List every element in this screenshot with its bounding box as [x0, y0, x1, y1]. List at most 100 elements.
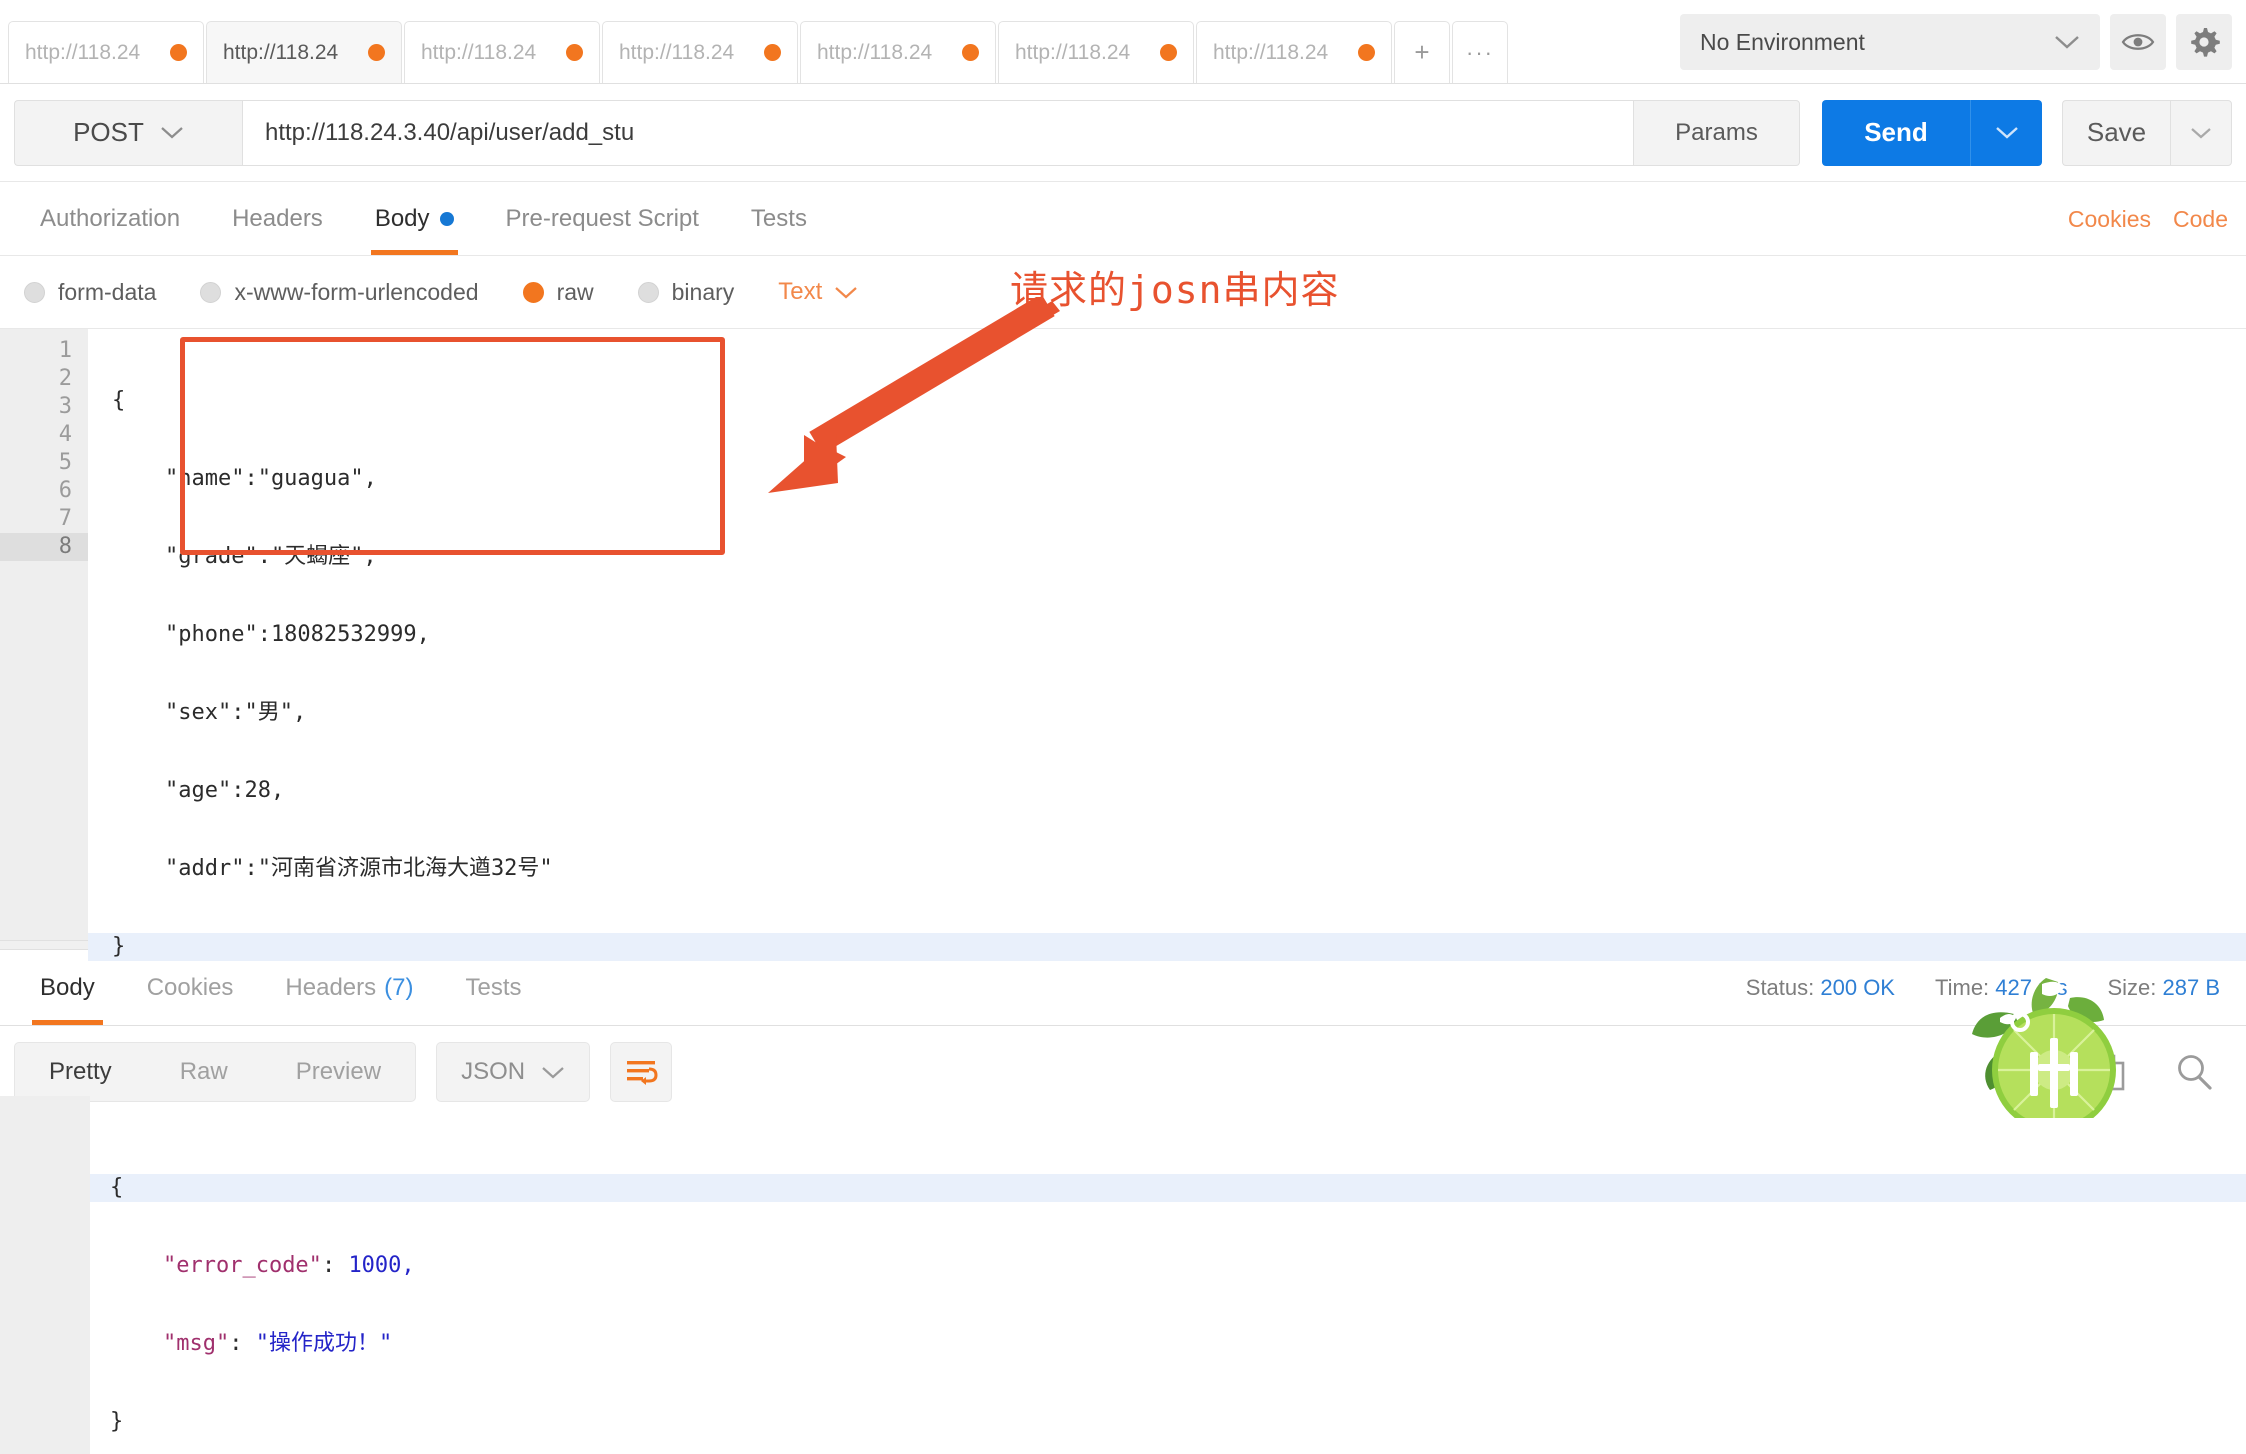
code-line: "msg": "操作成功！" [90, 1330, 2246, 1358]
code-line: { [88, 387, 2246, 415]
line-number: 5 [0, 449, 88, 477]
params-button[interactable]: Params [1634, 100, 1800, 166]
send-options-button[interactable] [1970, 100, 2042, 166]
chevron-down-icon [1995, 125, 2019, 140]
unsaved-dot-icon[interactable] [170, 44, 187, 61]
new-tab-button[interactable]: + [1394, 21, 1450, 83]
cookies-link[interactable]: Cookies [2068, 206, 2151, 233]
body-type-raw[interactable]: raw [523, 279, 594, 306]
annotation-text: 请求的josn串内容 [1010, 259, 1340, 314]
search-icon[interactable] [2174, 1052, 2214, 1092]
request-tab-5[interactable]: http://118.24 [800, 21, 996, 83]
body-present-dot-icon [440, 212, 454, 226]
send-button-group: Send [1822, 100, 2042, 166]
response-format-selector[interactable]: JSON [436, 1042, 590, 1102]
unsaved-dot-icon[interactable] [764, 44, 781, 61]
unsaved-dot-icon[interactable] [1358, 44, 1375, 61]
body-type-urlencoded[interactable]: x-www-form-urlencoded [200, 279, 478, 306]
response-meta: Status: 200 OK Time: 427 ms Size: 287 B [1746, 950, 2220, 1026]
environment-quick-look-button[interactable] [2110, 14, 2166, 70]
tab-options-button[interactable]: ··· [1452, 21, 1508, 83]
code-line: "sex":"男", [88, 699, 2246, 727]
tab-label: http://118.24 [25, 41, 160, 65]
request-line-numbers: 1 2 3 4 5 6 7 8 [0, 329, 88, 940]
json-value: "操作成功！" [256, 1331, 393, 1356]
url-bar: POST http://118.24.3.40/api/user/add_stu… [0, 84, 2246, 182]
response-tab-body[interactable]: Body [14, 950, 121, 1025]
send-button[interactable]: Send [1822, 100, 1970, 166]
request-body-code[interactable]: { "name":"guagua", "grade":"天蝎座", "phone… [88, 329, 2246, 940]
http-method-label: POST [73, 117, 144, 148]
code-line: "name":"guagua", [88, 465, 2246, 493]
save-options-button[interactable] [2170, 100, 2232, 166]
radio-icon[interactable] [638, 282, 659, 303]
time-indicator: Time: 427 ms [1935, 975, 2067, 1001]
environment-selector[interactable]: No Environment [1680, 14, 2100, 70]
request-tab-2[interactable]: http://118.24 [206, 21, 402, 83]
tab-label: http://118.24 [1213, 41, 1348, 65]
copy-icon[interactable] [2088, 1052, 2128, 1092]
gear-icon [2187, 25, 2221, 59]
request-body-editor[interactable]: 1 2 3 4 5 6 7 8 { "name":"guagua", "grad… [0, 328, 2246, 940]
view-mode-preview[interactable]: Preview [262, 1043, 415, 1101]
http-method-selector[interactable]: POST [14, 100, 242, 166]
tab-pre-request-script[interactable]: Pre-request Script [480, 182, 725, 255]
body-format-selector[interactable]: Text [778, 278, 858, 306]
line-number: 7 [0, 505, 88, 533]
response-body-viewer[interactable]: 1 ▼ 2 3 4 { "error_code": 1000, "msg": "… [0, 1118, 2246, 1414]
unsaved-dot-icon[interactable] [1160, 44, 1177, 61]
radio-icon[interactable] [24, 282, 45, 303]
request-tab-1[interactable]: http://118.24 [8, 21, 204, 83]
code-link[interactable]: Code [2173, 206, 2228, 233]
tab-label: Authorization [40, 205, 180, 233]
tab-label: Tests [465, 974, 521, 1002]
annotation-highlight-box [180, 337, 725, 555]
response-format-label: JSON [461, 1058, 525, 1086]
code-line: "grade":"天蝎座", [88, 543, 2246, 571]
chevron-down-icon [160, 125, 184, 140]
request-tab-6[interactable]: http://118.24 [998, 21, 1194, 83]
response-section-tabs: Body Cookies Headers (7) Tests Status: 2… [0, 950, 2246, 1026]
tab-label: Body [375, 205, 430, 233]
radio-icon-selected[interactable] [523, 282, 544, 303]
tab-label: http://118.24 [817, 41, 952, 65]
response-tab-cookies[interactable]: Cookies [121, 950, 260, 1025]
line-number-active: 8 [0, 533, 88, 561]
tab-bar: http://118.24 http://118.24 http://118.2… [0, 0, 2246, 84]
tab-label: Tests [751, 205, 807, 233]
request-tab-4[interactable]: http://118.24 [602, 21, 798, 83]
chevron-down-icon [541, 1065, 565, 1080]
line-number: 4 [0, 421, 88, 449]
tab-headers[interactable]: Headers [206, 182, 349, 255]
request-tab-7[interactable]: http://118.24 [1196, 21, 1392, 83]
save-button[interactable]: Save [2062, 100, 2170, 166]
response-code: { "error_code": 1000, "msg": "操作成功！" } [90, 1118, 2246, 1414]
response-tab-headers[interactable]: Headers (7) [259, 950, 439, 1025]
body-type-form-data[interactable]: form-data [24, 279, 156, 306]
radio-label: x-www-form-urlencoded [234, 279, 478, 306]
code-line: { [90, 1174, 2246, 1202]
tab-tests[interactable]: Tests [725, 182, 833, 255]
body-type-binary[interactable]: binary [638, 279, 735, 306]
status-value: 200 OK [1820, 975, 1895, 1000]
request-tab-3[interactable]: http://118.24 [404, 21, 600, 83]
view-mode-pretty[interactable]: Pretty [15, 1043, 146, 1101]
code-line: "addr":"河南省济源市北海大遒32号" [88, 855, 2246, 883]
tab-label: Headers [285, 974, 376, 1002]
size-label: Size: [2107, 975, 2156, 1000]
code-line: "phone":18082532999, [88, 621, 2246, 649]
response-tab-tests[interactable]: Tests [439, 950, 547, 1025]
tab-authorization[interactable]: Authorization [14, 182, 206, 255]
tab-body[interactable]: Body [349, 182, 480, 255]
unsaved-dot-icon[interactable] [566, 44, 583, 61]
response-gutter-fill [0, 1096, 90, 1454]
word-wrap-button[interactable] [610, 1042, 672, 1102]
settings-button[interactable] [2176, 14, 2232, 70]
url-input[interactable]: http://118.24.3.40/api/user/add_stu [242, 100, 1634, 166]
size-value: 287 B [2163, 975, 2221, 1000]
view-mode-raw[interactable]: Raw [146, 1043, 262, 1101]
unsaved-dot-icon[interactable] [962, 44, 979, 61]
line-number: 3 [0, 393, 88, 421]
radio-icon[interactable] [200, 282, 221, 303]
unsaved-dot-icon[interactable] [368, 44, 385, 61]
